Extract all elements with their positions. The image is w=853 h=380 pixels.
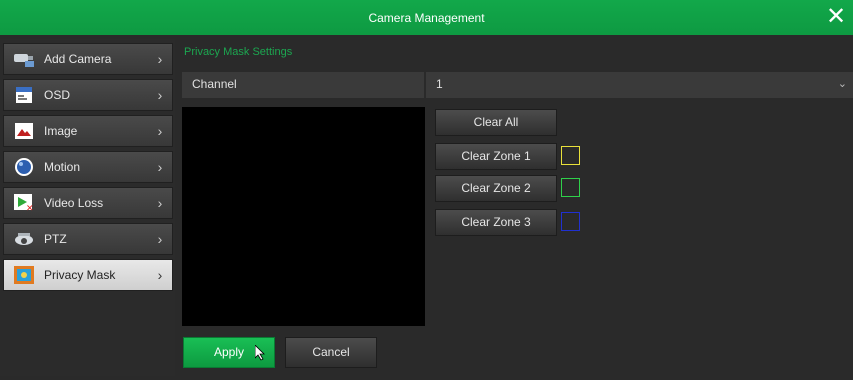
chevron-down-icon: ⌄: [837, 78, 847, 90]
mouse-cursor-icon: [255, 345, 265, 361]
video-loss-icon: ✕: [13, 193, 35, 213]
clear-all-button[interactable]: Clear All: [435, 109, 557, 136]
video-preview[interactable]: [182, 107, 425, 326]
clear-zone-1-button[interactable]: Clear Zone 1: [435, 143, 557, 170]
sidebar-item-label: Add Camera: [44, 52, 112, 66]
sidebar-item-label: Video Loss: [44, 196, 104, 210]
chevron-right-icon: ›: [157, 231, 163, 247]
clear-zone-2-button[interactable]: Clear Zone 2: [435, 175, 557, 202]
privacy-mask-panel: Privacy Mask Settings Channel 1 ⌄ Clear …: [177, 39, 853, 376]
ptz-icon: [13, 229, 35, 249]
svg-text:✕: ✕: [26, 204, 34, 212]
chevron-right-icon: ›: [157, 51, 163, 67]
clear-zone-3-button[interactable]: Clear Zone 3: [435, 209, 557, 236]
zone-3-color-swatch: [561, 212, 580, 231]
section-title: Privacy Mask Settings: [184, 46, 293, 58]
osd-icon: [13, 85, 35, 105]
sidebar-item-label: PTZ: [44, 232, 67, 246]
zone-2-color-swatch: [561, 178, 580, 197]
sidebar-item-image[interactable]: Image ›: [3, 115, 173, 147]
image-icon: [13, 121, 35, 141]
chevron-right-icon: ›: [157, 87, 163, 103]
sidebar-item-add-camera[interactable]: Add Camera ›: [3, 43, 173, 75]
sidebar-item-video-loss[interactable]: ✕ Video Loss ›: [3, 187, 173, 219]
close-icon[interactable]: ✕: [823, 4, 849, 30]
sidebar-item-label: Motion: [44, 160, 81, 174]
sidebar-item-ptz[interactable]: PTZ ›: [3, 223, 173, 255]
sidebar: Add Camera › OSD › Image › Motion › ✕ Vi…: [0, 39, 175, 376]
chevron-right-icon: ›: [157, 159, 163, 175]
channel-label: Channel: [182, 72, 424, 98]
channel-select[interactable]: 1 ⌄: [426, 72, 853, 98]
chevron-right-icon: ›: [157, 123, 163, 139]
chevron-right-icon: ›: [157, 195, 163, 211]
sidebar-item-label: OSD: [44, 88, 71, 102]
sidebar-item-motion[interactable]: Motion ›: [3, 151, 173, 183]
sidebar-item-osd[interactable]: OSD ›: [3, 79, 173, 111]
cancel-button[interactable]: Cancel: [285, 337, 377, 368]
chevron-right-icon: ›: [157, 267, 163, 283]
add-camera-icon: [13, 49, 35, 69]
sidebar-item-label: Image: [44, 124, 78, 138]
window-title: Camera Management: [368, 10, 485, 25]
sidebar-item-label: Privacy Mask: [44, 268, 116, 282]
title-bar: Camera Management ✕: [0, 0, 853, 35]
zone-1-color-swatch: [561, 146, 580, 165]
channel-value: 1: [436, 77, 443, 91]
motion-icon: [13, 157, 35, 177]
channel-row: Channel 1 ⌄: [182, 72, 853, 98]
privacy-mask-icon: [13, 265, 35, 285]
sidebar-item-privacy-mask[interactable]: Privacy Mask ›: [3, 259, 173, 291]
